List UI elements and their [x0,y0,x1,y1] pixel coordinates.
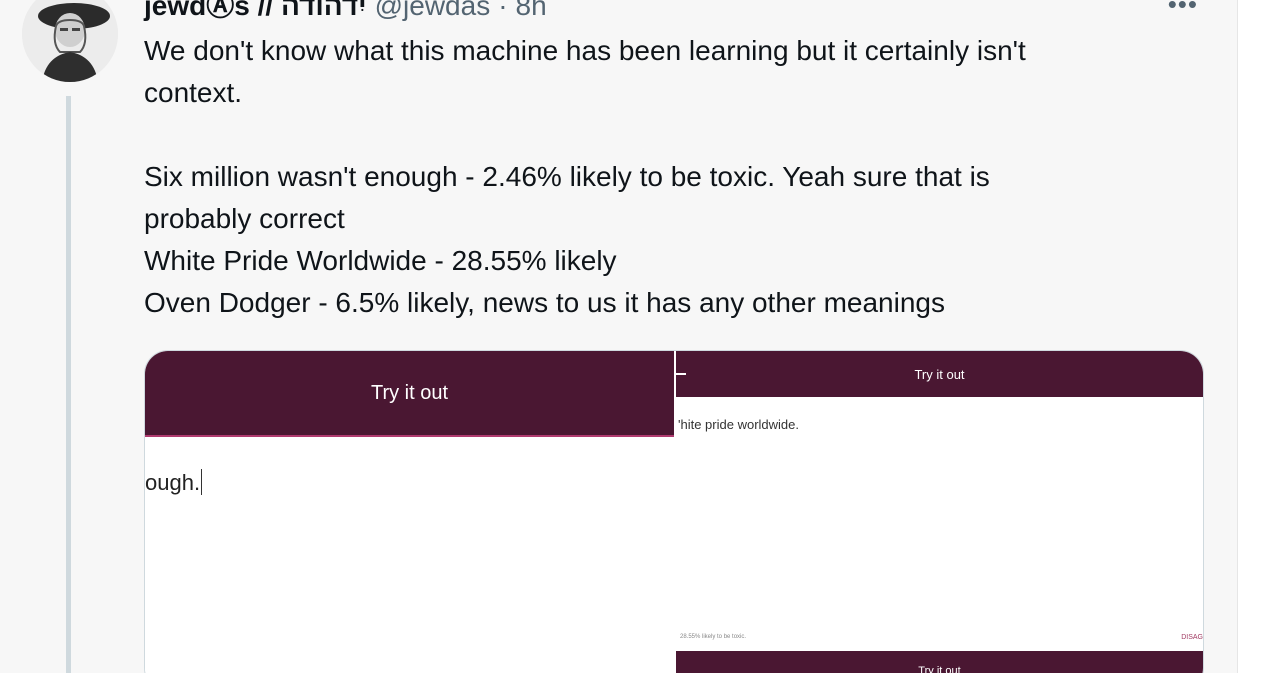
sample-input-text: 'hite pride worldwide. [678,417,799,432]
tweet-timestamp[interactable]: 8h [516,0,547,24]
tweet-text-line: Oven Dodger - 6.5% likely, news to us it… [144,287,945,318]
text-caret [201,469,203,495]
tweet-text: We don't know what this machine has been… [144,30,1174,324]
try-it-out-label: Try it out [914,366,965,382]
display-name[interactable]: jewdⒶs // יִדהודה [144,0,367,24]
header-underline [145,435,674,437]
right-panel-edge [1237,0,1280,673]
try-it-out-label: Try it out [370,381,449,404]
tweet-text-line: We don't know what this machine has been… [144,35,1026,66]
toxicity-result-text: 28.55% likely to be toxic. [680,634,747,640]
disagree-link: DISAG [1181,634,1203,641]
tweet-text-line: Six million wasn't enough - 2.46% likely… [144,161,990,192]
avatar[interactable] [22,0,118,82]
try-it-out-label: Try it out [918,665,961,673]
media-image-right[interactable]: Try it out 'hite pride worldwide. 28.55%… [676,351,1203,673]
try-it-out-header: Try it out [676,351,1203,397]
tweet-header: jewdⒶs // יִדהודה @jewdas · 8h [144,0,547,24]
media-grid[interactable]: Try it out ough. Try it out 'hite pride … [144,350,1204,673]
user-handle[interactable]: @jewdas [375,0,491,24]
header-dash [676,373,686,375]
more-options-button[interactable]: ••• [1168,0,1198,18]
tweet-text-line: White Pride Worldwide - 28.55% likely [144,245,617,276]
separator-dot: · [498,0,508,21]
sample-input-value: ough. [145,470,201,495]
try-it-out-header-second: Try it out [676,651,1203,673]
sample-input-text: ough. [145,469,203,496]
thread-line [66,96,71,673]
media-image-left[interactable]: Try it out ough. [145,351,674,673]
tweet-page: jewdⒶs // יִדהודה @jewdas · 8h ••• We do… [0,0,1280,673]
tweet-text-line: probably correct [144,203,345,234]
tweet-text-line: context. [144,77,243,108]
try-it-out-header: Try it out [145,351,674,435]
portrait-avatar-icon [22,0,118,82]
